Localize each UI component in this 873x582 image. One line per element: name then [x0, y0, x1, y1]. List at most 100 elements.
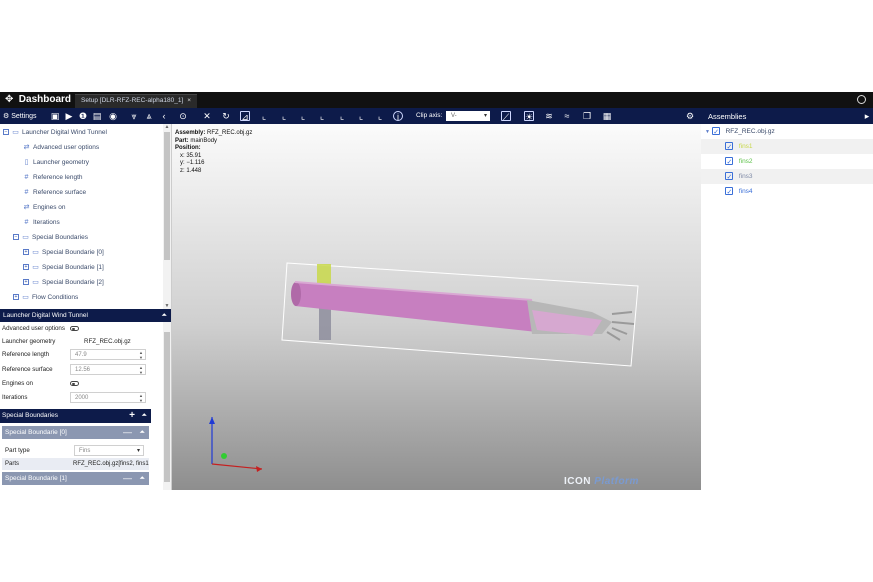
fins2-checkbox[interactable]	[725, 155, 733, 170]
settings-button[interactable]: ⚙ Settings	[3, 112, 37, 120]
user-icon[interactable]	[857, 95, 866, 104]
tab-close-icon[interactable]: ×	[187, 97, 191, 104]
tree-item-special-boundarie-1[interactable]: + ▭ Special Boundarie [1]	[23, 262, 104, 274]
grid-icon[interactable]: ▦	[602, 111, 612, 121]
tree-item-launcher-geometry[interactable]: ▯ Launcher geometry	[22, 157, 89, 169]
properties-header[interactable]: Launcher Digital Wind Tunnel ⏶	[0, 309, 171, 322]
window-icon[interactable]: ▤	[92, 111, 102, 121]
lightbulb-icon[interactable]: ☀	[524, 111, 534, 122]
collapse-icon[interactable]: −	[13, 234, 19, 241]
rotate-icon[interactable]: ↻	[221, 111, 231, 121]
fins1-checkbox[interactable]	[725, 140, 733, 155]
reference-surface-input[interactable]: 12.56 ▲ ▼	[70, 364, 146, 375]
layers-icon[interactable]: ❒	[582, 111, 592, 121]
assembly-item-fins4[interactable]: fins4	[701, 184, 873, 200]
3d-viewport[interactable]: Assembly: RFZ_REC.obj.gz Part: mainBody …	[172, 124, 701, 490]
stepper-icon[interactable]: ▲ ▼	[139, 350, 143, 360]
play-icon[interactable]: ▶	[64, 111, 74, 121]
view-left-icon[interactable]: ⌞	[298, 111, 308, 121]
tree-item-flow-conditions[interactable]: + ▭ Flow Conditions	[13, 292, 78, 304]
streamline-icon[interactable]: ≈	[562, 111, 572, 121]
chevron-up-icon[interactable]: ⏶	[141, 409, 147, 423]
folder-icon: ▭	[22, 234, 29, 241]
expand-down-icon[interactable]: ⩔	[129, 111, 139, 121]
app-logo[interactable]: ✥ Dashboard	[5, 94, 71, 105]
assembly-item-fins3[interactable]: fins3	[701, 169, 873, 185]
camera-icon[interactable]: ⊙	[178, 111, 188, 121]
scroll-thumb[interactable]	[164, 332, 170, 482]
tree-scrollbar[interactable]: ▲ ▼	[163, 124, 171, 309]
view-top-icon[interactable]: ⌞	[337, 111, 347, 121]
collapse-icon[interactable]: ▼	[705, 129, 710, 135]
part-type-select[interactable]: Fins ▾	[74, 445, 144, 456]
expand-icon[interactable]: +	[23, 279, 29, 286]
add-boundary-button[interactable]: +	[129, 409, 135, 423]
folder-icon: ▭	[22, 294, 29, 301]
advanced-user-options-toggle[interactable]	[70, 326, 79, 331]
fins3-checkbox[interactable]	[725, 170, 733, 185]
tree-item-special-boundarie-2[interactable]: + ▭ Special Boundarie [2]	[23, 277, 104, 289]
chevron-right-icon[interactable]: ▸	[862, 111, 872, 121]
axes-icon[interactable]: ⟋	[501, 111, 511, 122]
rocket-main-body[interactable]	[295, 282, 537, 332]
scroll-up-icon[interactable]: ▲	[163, 124, 171, 130]
save-icon[interactable]: ▣	[50, 111, 60, 121]
remove-icon[interactable]: —	[123, 426, 132, 439]
assembly-root-checkbox[interactable]	[711, 125, 720, 140]
chevron-up-icon[interactable]: ⏶	[139, 472, 145, 485]
perspective-icon[interactable]: ⊿	[240, 111, 250, 122]
tree-item-iterations[interactable]: # Iterations	[22, 217, 60, 229]
collapse-icon[interactable]: −	[3, 129, 9, 136]
view-iso-icon[interactable]: ⌞	[375, 111, 385, 121]
assembly-item-fins2[interactable]: fins2	[701, 154, 873, 170]
tree-item-special-boundarie-0[interactable]: + ▭ Special Boundarie [0]	[23, 247, 104, 259]
main-toolbar: ⚙ Settings ▣ ▶ ❶ ▤ ◉ ⩔ ⩓ ‹ ⊙ ✕ ↻ ⊿ ⌞ ⌞ ⌞…	[0, 108, 873, 124]
special-boundarie-1-header[interactable]: Special Boundarie [1] — ⏶	[2, 472, 149, 485]
rocket-model-svg[interactable]	[172, 124, 701, 490]
info-circle-icon[interactable]: i	[393, 111, 403, 122]
stepper-icon[interactable]: ▲ ▼	[139, 365, 143, 375]
eye-icon[interactable]: ◉	[108, 111, 118, 121]
chevron-up-icon[interactable]: ⏶	[139, 426, 145, 439]
top-bar: ✥ Dashboard Setup [DLR-RFZ-REC-alpha180_…	[0, 92, 873, 108]
settings-gear-icon[interactable]: ⚙	[685, 111, 695, 121]
tree-item-reference-length[interactable]: # Reference length	[22, 172, 83, 184]
y-axis-dot	[221, 453, 227, 459]
collapse-up-icon[interactable]: ⩓	[144, 111, 154, 121]
tree-item-reference-surface[interactable]: # Reference surface	[22, 187, 87, 199]
info-icon[interactable]: ❶	[78, 111, 88, 121]
engines-on-toggle[interactable]	[70, 381, 79, 386]
iterations-input[interactable]: 2000 ▲ ▼	[70, 392, 146, 403]
clip-axis-select[interactable]: V- ▾	[446, 111, 490, 121]
flow-icon[interactable]: ≋	[544, 111, 554, 121]
parts-row[interactable]: Parts RFZ_REC.obj.gz[fins2, fins1	[2, 458, 149, 470]
stepper-icon[interactable]: ▲ ▼	[139, 393, 143, 403]
scroll-thumb[interactable]	[164, 132, 170, 260]
tree-item-engines-on[interactable]: ⇄ Engines on	[22, 202, 66, 214]
view-bottom-icon[interactable]: ⌞	[356, 111, 366, 121]
chevron-up-icon[interactable]: ⏶	[161, 309, 167, 322]
tree-item-special-boundaries[interactable]: − ▭ Special Boundaries	[13, 232, 88, 244]
view-right-icon[interactable]: ⌞	[317, 111, 327, 121]
assembly-item-fins1[interactable]: fins1	[701, 139, 873, 155]
expand-icon[interactable]: +	[23, 249, 29, 256]
reference-length-input[interactable]: 47.9 ▲ ▼	[70, 349, 146, 360]
view-front-icon[interactable]: ⌞	[259, 111, 269, 121]
tree-item-advanced-user-options[interactable]: ⇄ Advanced user options	[22, 142, 100, 154]
remove-icon[interactable]: —	[123, 472, 132, 485]
view-back-icon[interactable]: ⌞	[279, 111, 289, 121]
expand-icon[interactable]: +	[13, 294, 19, 301]
folder-icon: ▭	[32, 279, 39, 286]
launcher-geometry-label: Launcher geometry	[2, 338, 56, 345]
special-boundarie-0-header[interactable]: Special Boundarie [0] — ⏶	[2, 426, 149, 439]
tab-setup[interactable]: Setup [DLR-RFZ-REC-alpha180_1] ×	[75, 94, 198, 108]
fit-view-icon[interactable]: ✕	[202, 111, 212, 121]
properties-scrollbar[interactable]	[163, 322, 171, 490]
chevron-left-icon[interactable]: ‹	[159, 111, 169, 121]
fins4-checkbox[interactable]	[725, 185, 733, 200]
tree-root[interactable]: − ▭ Launcher Digital Wind Tunnel	[3, 127, 107, 139]
special-boundaries-header[interactable]: Special Boundaries + ⏶	[0, 409, 151, 423]
z-axis-arrow	[209, 417, 215, 424]
expand-icon[interactable]: +	[23, 264, 29, 271]
assembly-root[interactable]: ▼ RFZ_REC.obj.gz	[701, 124, 873, 140]
